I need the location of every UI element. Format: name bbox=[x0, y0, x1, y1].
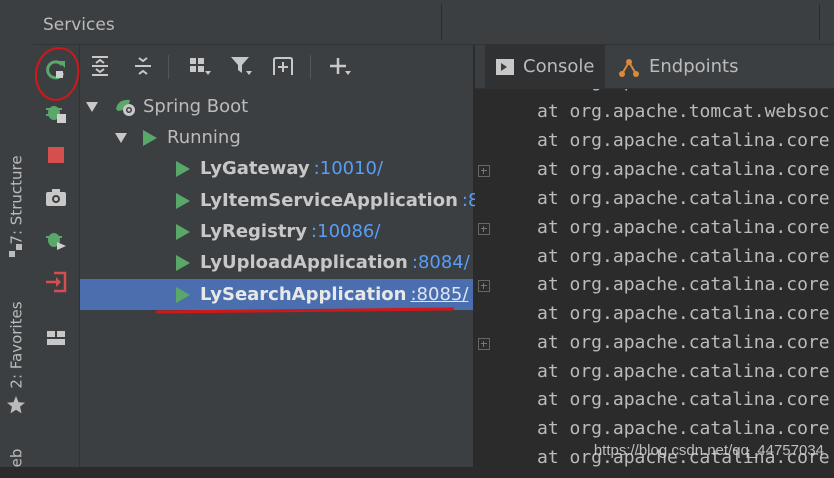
console-line: at org.apache.catalina.core bbox=[537, 389, 830, 410]
web-tab[interactable]: eb bbox=[0, 438, 33, 478]
fold-icon[interactable] bbox=[478, 338, 490, 350]
console-panel: Console Endpoints at org.apache. at org.… bbox=[475, 45, 834, 467]
spring-boot-icon bbox=[116, 99, 135, 116]
services-title: Services bbox=[43, 15, 115, 35]
filter-icon bbox=[231, 57, 252, 75]
favorites-tab[interactable]: 2: Favorites bbox=[0, 290, 33, 400]
structure-tab-label: 7: Structure bbox=[7, 155, 26, 245]
console-line: at org.apache.catalina.core bbox=[537, 332, 830, 353]
star-icon bbox=[6, 395, 26, 415]
tab-console[interactable]: Console bbox=[485, 45, 605, 88]
run-status-icon bbox=[176, 192, 190, 209]
exit-button[interactable] bbox=[41, 267, 71, 297]
app-name: LyRegistry bbox=[200, 221, 308, 242]
expand-arrow-icon[interactable] bbox=[115, 132, 127, 143]
console-line: at org.apache.catalina.core bbox=[537, 159, 830, 180]
add-service-button[interactable] bbox=[325, 51, 355, 81]
new-tab-button[interactable] bbox=[268, 51, 298, 81]
console-line: at org.apache.catalina.core bbox=[537, 246, 830, 267]
run-status-icon bbox=[176, 286, 190, 303]
debug-button[interactable] bbox=[41, 97, 71, 127]
expand-arrow-icon[interactable] bbox=[86, 101, 98, 112]
run-status-icon bbox=[176, 160, 190, 177]
console-line: at org.apache.tomcat.websoc bbox=[537, 101, 830, 122]
web-tab-label: eb bbox=[7, 448, 26, 468]
header-divider bbox=[819, 4, 820, 40]
collapse-all-button[interactable] bbox=[128, 51, 158, 81]
services-tree-panel: Spring Boot Running LyGateway :10010/ Ly… bbox=[80, 45, 520, 467]
watermark: https://blog.csdn.net/qq_44757034 bbox=[593, 442, 824, 459]
attach-debugger-icon bbox=[46, 233, 66, 250]
tree-node-app[interactable]: LyUploadApplication :8084/ bbox=[80, 247, 473, 278]
favorites-tab-label: 2: Favorites bbox=[7, 301, 26, 389]
exit-icon bbox=[46, 271, 67, 293]
add-icon bbox=[330, 58, 351, 75]
stop-button[interactable] bbox=[41, 140, 71, 170]
endpoints-icon bbox=[619, 58, 639, 77]
app-port-link[interactable]: :8084/ bbox=[412, 252, 470, 273]
stop-icon bbox=[48, 147, 64, 163]
app-port-link[interactable]: :10086/ bbox=[311, 221, 380, 242]
console-line: at org.apache.catalina.core bbox=[537, 217, 830, 238]
console-line: at org.apache.catalina.core bbox=[537, 274, 830, 295]
collapse-all-icon bbox=[135, 57, 151, 75]
new-tab-icon bbox=[273, 57, 293, 75]
run-status-icon bbox=[176, 223, 190, 240]
structure-icon bbox=[9, 243, 23, 257]
left-tool-strip: 7: Structure 2: Favorites eb bbox=[0, 0, 34, 467]
screenshot-button[interactable] bbox=[41, 182, 71, 212]
tree-node-app[interactable]: LyGateway :10010/ bbox=[80, 153, 473, 184]
tree-node-app[interactable]: LyRegistry :10086/ bbox=[80, 216, 473, 247]
run-status-icon bbox=[143, 129, 157, 146]
filter-button[interactable] bbox=[226, 51, 256, 81]
tree-toolbar bbox=[80, 45, 473, 87]
camera-icon bbox=[46, 189, 66, 206]
layout-icon bbox=[47, 331, 65, 345]
services-header: Services bbox=[33, 0, 834, 45]
tree-node-app-selected[interactable]: LySearchApplication :8085/ bbox=[80, 279, 473, 310]
expand-all-icon bbox=[92, 56, 108, 76]
layout-button[interactable] bbox=[41, 323, 71, 353]
console-line: at org.apache. bbox=[537, 89, 689, 92]
tree-node-label: Running bbox=[167, 127, 241, 148]
console-line: at org.apache.catalina.core bbox=[537, 303, 830, 324]
expand-all-button[interactable] bbox=[85, 51, 115, 81]
fold-icon[interactable] bbox=[478, 165, 490, 177]
console-output[interactable]: at org.apache. at org.apache.tomcat.webs… bbox=[475, 89, 834, 467]
console-line: at org.apache.catalina.core bbox=[537, 130, 830, 151]
fold-icon[interactable] bbox=[478, 223, 490, 235]
debug-icon bbox=[46, 106, 66, 123]
tree-node-spring-boot[interactable]: Spring Boot bbox=[80, 91, 473, 122]
services-action-column bbox=[33, 45, 80, 467]
tab-console-label: Console bbox=[523, 56, 595, 77]
console-line: at org.apache.catalina.core bbox=[537, 188, 830, 209]
app-name: LyItemServiceApplication bbox=[200, 190, 458, 211]
tab-endpoints-label: Endpoints bbox=[649, 56, 739, 77]
tree-node-app[interactable]: LyItemServiceApplication :8083/ bbox=[80, 185, 520, 216]
attach-debugger-button[interactable] bbox=[41, 225, 71, 255]
group-by-button[interactable] bbox=[185, 51, 215, 81]
app-name: LyGateway bbox=[200, 158, 310, 179]
app-port-link[interactable]: :8085/ bbox=[410, 284, 468, 305]
app-name: LyUploadApplication bbox=[200, 252, 408, 273]
console-icon bbox=[496, 58, 514, 75]
tree-node-running[interactable]: Running bbox=[80, 122, 473, 153]
console-line: at org.apache.catalina.core bbox=[537, 418, 830, 439]
console-tab-bar: Console Endpoints bbox=[475, 45, 834, 89]
app-name: LySearchApplication bbox=[200, 284, 407, 305]
toolbar-separator bbox=[168, 55, 169, 79]
run-status-icon bbox=[176, 254, 190, 271]
fold-icon[interactable] bbox=[478, 280, 490, 292]
console-line: at org.apache.catalina.core bbox=[537, 361, 830, 382]
header-divider bbox=[441, 4, 442, 40]
tree-node-label: Spring Boot bbox=[143, 96, 249, 117]
app-port-link[interactable]: :10010/ bbox=[314, 158, 383, 179]
tab-endpoints[interactable]: Endpoints bbox=[617, 45, 757, 88]
group-icon bbox=[190, 58, 211, 75]
toolbar-separator bbox=[310, 55, 311, 79]
